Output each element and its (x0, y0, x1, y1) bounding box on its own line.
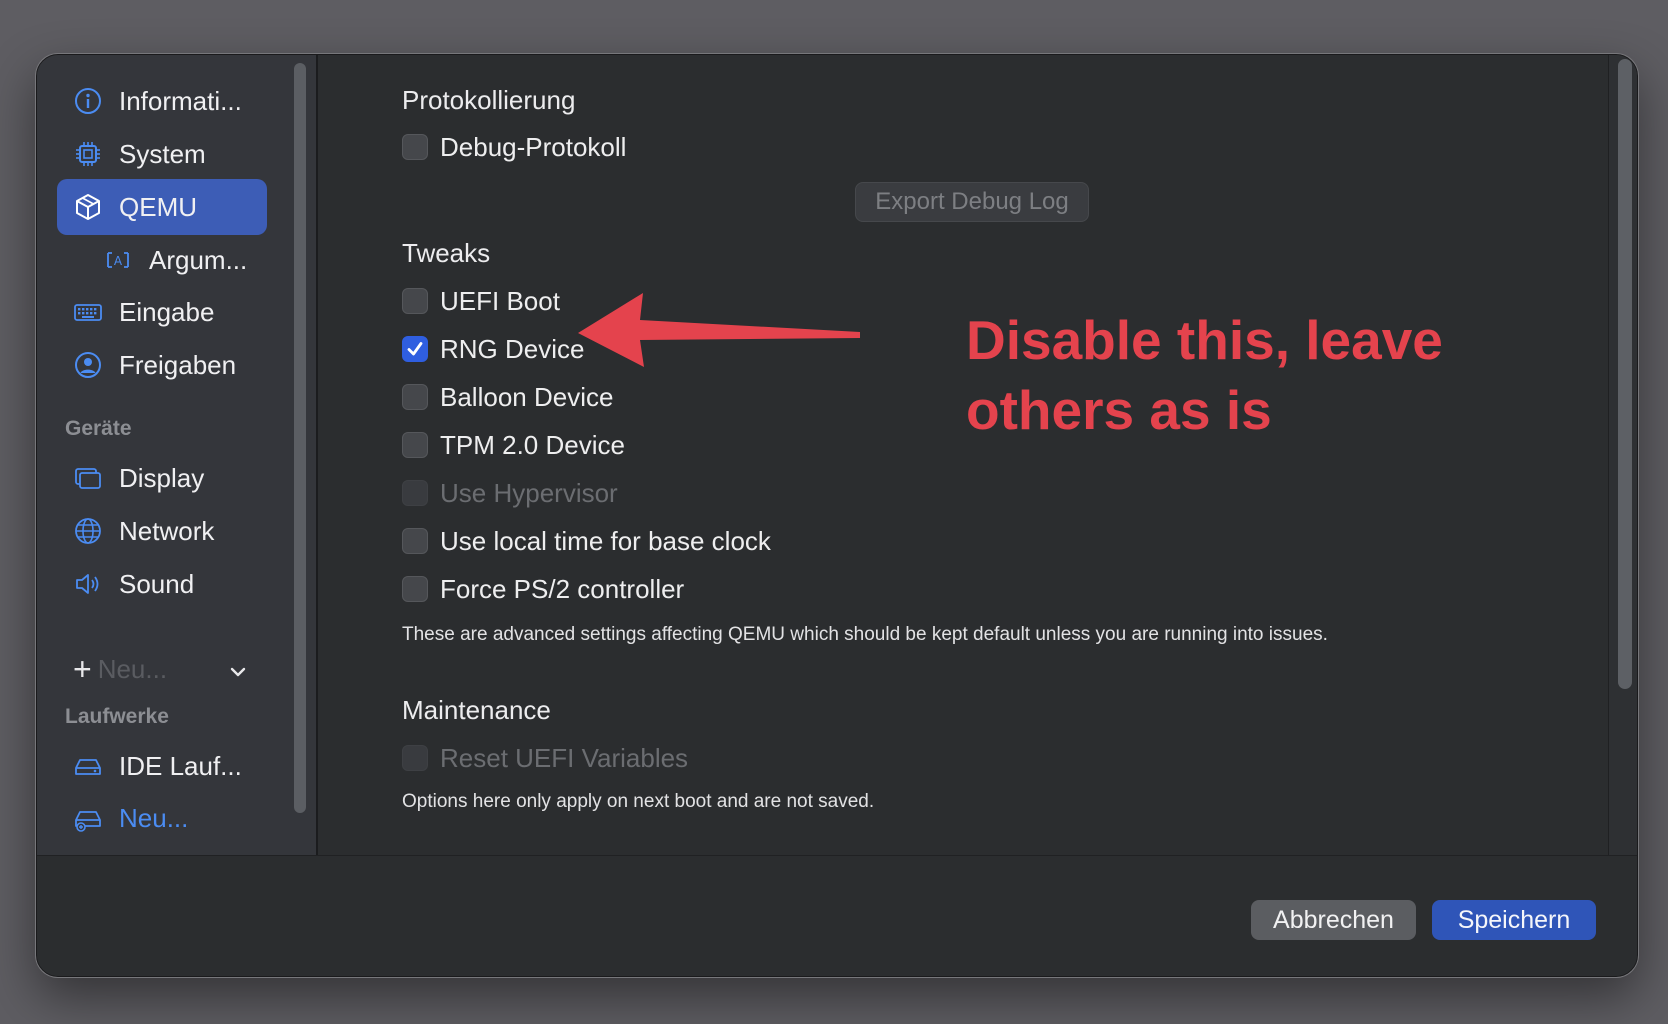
tweaks-note: These are advanced settings affecting QE… (402, 624, 1328, 645)
info-icon (71, 84, 105, 118)
checkbox-label: Reset UEFI Variables (440, 742, 689, 773)
sidebar-item-sound[interactable]: Sound (57, 556, 267, 612)
sidebar-item-label: Eingabe (119, 296, 215, 327)
sidebar-item-label: Display (119, 462, 205, 493)
annotation-arrow (578, 293, 860, 367)
reset-uefi-variables-checkbox: Reset UEFI Variables (402, 740, 688, 776)
uefi-boot-checkbox[interactable]: UEFI Boot (402, 283, 560, 319)
drives-section-heading: Laufwerke (65, 705, 169, 728)
display-icon (71, 461, 105, 495)
sidebar-item-label: QEMU (119, 191, 197, 222)
main-scrollbar[interactable] (1618, 59, 1632, 689)
sidebar-scrollbar[interactable] (294, 63, 306, 813)
maintenance-note: Options here only apply on next boot and… (402, 791, 875, 812)
export-debug-log-button[interactable]: Export Debug Log (855, 182, 1089, 222)
checkbox-box[interactable] (402, 528, 428, 554)
checkbox-box-disabled (402, 480, 428, 506)
sidebar-item-input[interactable]: Eingabe (57, 284, 267, 340)
checkbox-box-disabled (402, 745, 428, 771)
maintenance-heading: Maintenance (402, 695, 551, 725)
add-drive-icon (71, 801, 105, 835)
checkbox-label: Force PS/2 controller (440, 573, 685, 604)
sidebar: Informati... System QEMU A Argum... Eing… (37, 55, 316, 855)
use-hypervisor-checkbox: Use Hypervisor (402, 475, 618, 511)
checkbox-label: Balloon Device (440, 381, 614, 412)
qemu-settings-panel: Protokollierung Debug-Protokoll Export D… (318, 55, 1637, 855)
dialog-footer: Abbrechen Speichern (37, 855, 1637, 976)
plus-icon: + (73, 650, 92, 687)
annotation-text: Disable this, leave others as is (966, 305, 1526, 445)
checkbox-label: RNG Device (440, 333, 585, 364)
sidebar-item-qemu[interactable]: QEMU (57, 179, 267, 235)
cube-icon (71, 190, 105, 224)
sidebar-item-label: Freigaben (119, 349, 237, 380)
speaker-icon (71, 567, 105, 601)
tpm-device-checkbox[interactable]: TPM 2.0 Device (402, 427, 625, 463)
rng-device-checkbox[interactable]: RNG Device (402, 331, 584, 367)
text-field-icon: A (101, 243, 135, 277)
sidebar-item-new-drive[interactable]: Neu... (57, 790, 267, 846)
checkbox-label: TPM 2.0 Device (440, 429, 625, 460)
sidebar-item-label: Sound (119, 568, 195, 599)
checkbox-label: Use local time for base clock (440, 525, 771, 556)
sidebar-item-label: Neu... (119, 802, 189, 833)
person-circle-icon (71, 348, 105, 382)
checkbox-box[interactable] (402, 384, 428, 410)
devices-section-heading: Geräte (65, 417, 132, 440)
sidebar-item-label: System (119, 138, 206, 169)
drive-icon (71, 749, 105, 783)
checkbox-box[interactable] (402, 288, 428, 314)
debug-log-checkbox[interactable]: Debug-Protokoll (402, 129, 626, 165)
tweaks-heading: Tweaks (402, 238, 491, 268)
sidebar-item-label: Informati... (119, 85, 242, 116)
force-ps2-checkbox[interactable]: Force PS/2 controller (402, 571, 684, 607)
sidebar-item-arguments[interactable]: A Argum... (89, 232, 264, 288)
checkbox-label: UEFI Boot (440, 285, 560, 316)
annotation-line-1: Disable this, leave (966, 309, 1443, 371)
save-button[interactable]: Speichern (1432, 900, 1596, 940)
local-time-checkbox[interactable]: Use local time for base clock (402, 523, 771, 559)
chevron-down-icon (229, 654, 247, 685)
globe-icon (71, 514, 105, 548)
logging-heading: Protokollierung (402, 85, 576, 115)
sidebar-item-display[interactable]: Display (57, 450, 267, 506)
svg-text:A: A (114, 254, 123, 268)
cancel-button[interactable]: Abbrechen (1251, 900, 1416, 940)
sidebar-item-sharing[interactable]: Freigaben (57, 337, 267, 393)
sidebar-item-information[interactable]: Informati... (57, 73, 267, 129)
add-device-menu[interactable]: + Neu... (73, 649, 253, 689)
checkmark-icon (407, 342, 423, 356)
sidebar-item-network[interactable]: Network (57, 503, 267, 559)
sidebar-item-ide-drive[interactable]: IDE Lauf... (57, 738, 267, 794)
checkbox-box[interactable] (402, 134, 428, 160)
cpu-icon (71, 137, 105, 171)
sidebar-item-label: IDE Lauf... (119, 750, 242, 781)
annotation-line-2: others as is (966, 379, 1272, 441)
keyboard-icon (71, 295, 105, 329)
checkbox-box[interactable] (402, 432, 428, 458)
checkbox-box-checked[interactable] (402, 336, 428, 362)
checkbox-box[interactable] (402, 576, 428, 602)
settings-window: Informati... System QEMU A Argum... Eing… (36, 54, 1638, 977)
add-device-label: Neu... (97, 653, 168, 684)
checkbox-label: Use Hypervisor (440, 477, 618, 508)
sidebar-item-system[interactable]: System (57, 126, 267, 182)
sidebar-item-label: Network (119, 515, 215, 546)
checkbox-label: Debug-Protokoll (440, 131, 627, 162)
sidebar-item-label: Argum... (149, 244, 248, 275)
